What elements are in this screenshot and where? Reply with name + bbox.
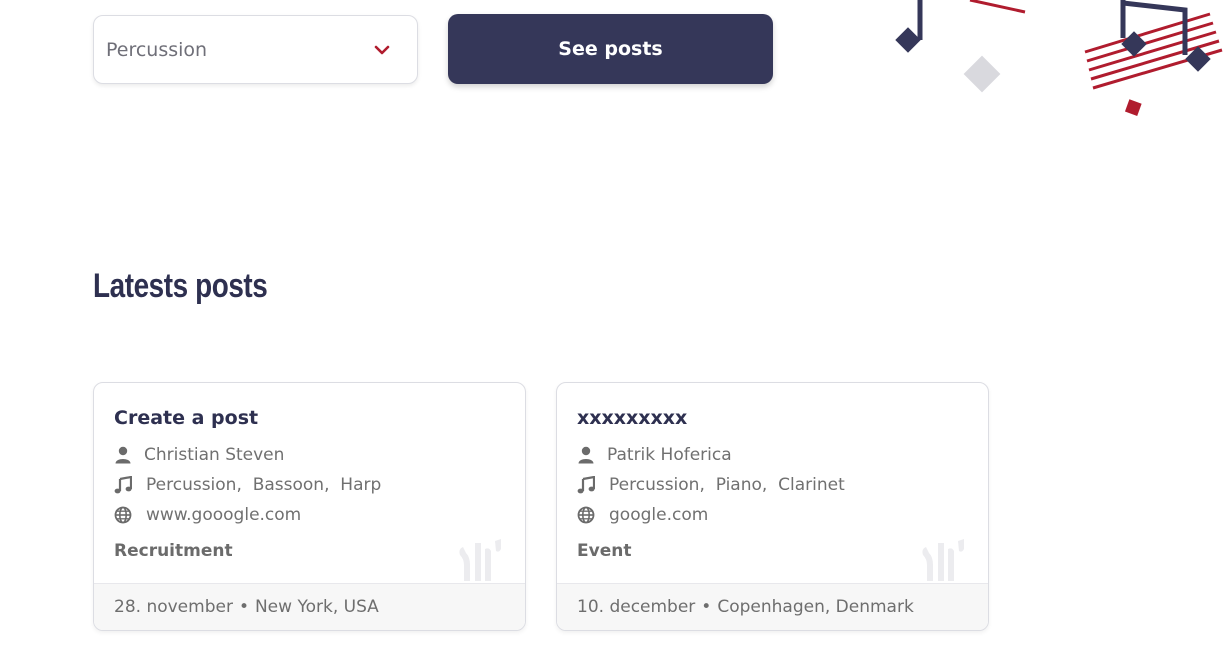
page: Percussion See posts Latests posts Creat… [0, 0, 1223, 671]
chevron-down-icon [374, 45, 390, 54]
post-instruments: PercussionPianoClarinet [609, 475, 845, 495]
instrument-tag: Harp [324, 475, 381, 495]
post-website-row: www.gooogle.com [114, 505, 301, 525]
instruments-watermark-icon [922, 539, 964, 581]
post-instruments-row: PercussionPianoClarinet [577, 475, 845, 495]
music-notes-decoration-icon [895, 0, 1223, 116]
post-card[interactable]: xxxxxxxxx Patrik Hoferica PercussionPian… [556, 382, 989, 631]
instruments-watermark-icon [459, 539, 501, 581]
post-author-row: Patrik Hoferica [577, 445, 732, 465]
user-icon [115, 446, 131, 464]
music-note-icon [577, 476, 595, 494]
post-card[interactable]: Create a post Christian Steven Percussio… [93, 382, 526, 631]
post-location: Copenhagen, Denmark [717, 597, 914, 617]
instrument-select-value: Percussion [106, 38, 208, 61]
post-footer: 28. november • New York, USA [94, 583, 525, 630]
see-posts-button[interactable]: See posts [448, 14, 773, 84]
post-author-row: Christian Steven [114, 445, 284, 465]
post-footer: 10. december • Copenhagen, Denmark [557, 583, 988, 630]
user-icon [578, 446, 594, 464]
post-type: Event [577, 541, 632, 561]
globe-icon [577, 506, 595, 524]
post-title[interactable]: Create a post [114, 407, 258, 429]
instrument-tag: Piano [699, 475, 761, 495]
globe-icon [114, 506, 132, 524]
post-instruments: PercussionBassoonHarp [146, 475, 381, 495]
post-type: Recruitment [114, 541, 233, 561]
instrument-tag: Percussion [609, 475, 700, 495]
post-website-row: google.com [577, 505, 708, 525]
post-website-link[interactable]: www.gooogle.com [146, 505, 301, 525]
section-title: Latests posts [93, 267, 268, 305]
post-location: New York, USA [254, 597, 379, 617]
footer-separator: • [701, 597, 712, 617]
instrument-select[interactable]: Percussion [93, 15, 418, 84]
post-title[interactable]: xxxxxxxxx [577, 407, 687, 429]
instrument-tag: Bassoon [236, 475, 324, 495]
instrument-tag: Percussion [146, 475, 237, 495]
post-date: 28. november [114, 597, 233, 617]
post-website-link[interactable]: google.com [609, 505, 708, 525]
instrument-tag: Clarinet [762, 475, 845, 495]
footer-separator: • [238, 597, 249, 617]
post-author: Patrik Hoferica [607, 445, 732, 465]
music-note-icon [114, 476, 132, 494]
post-instruments-row: PercussionBassoonHarp [114, 475, 381, 495]
post-date: 10. december [577, 597, 696, 617]
post-author: Christian Steven [144, 445, 285, 465]
